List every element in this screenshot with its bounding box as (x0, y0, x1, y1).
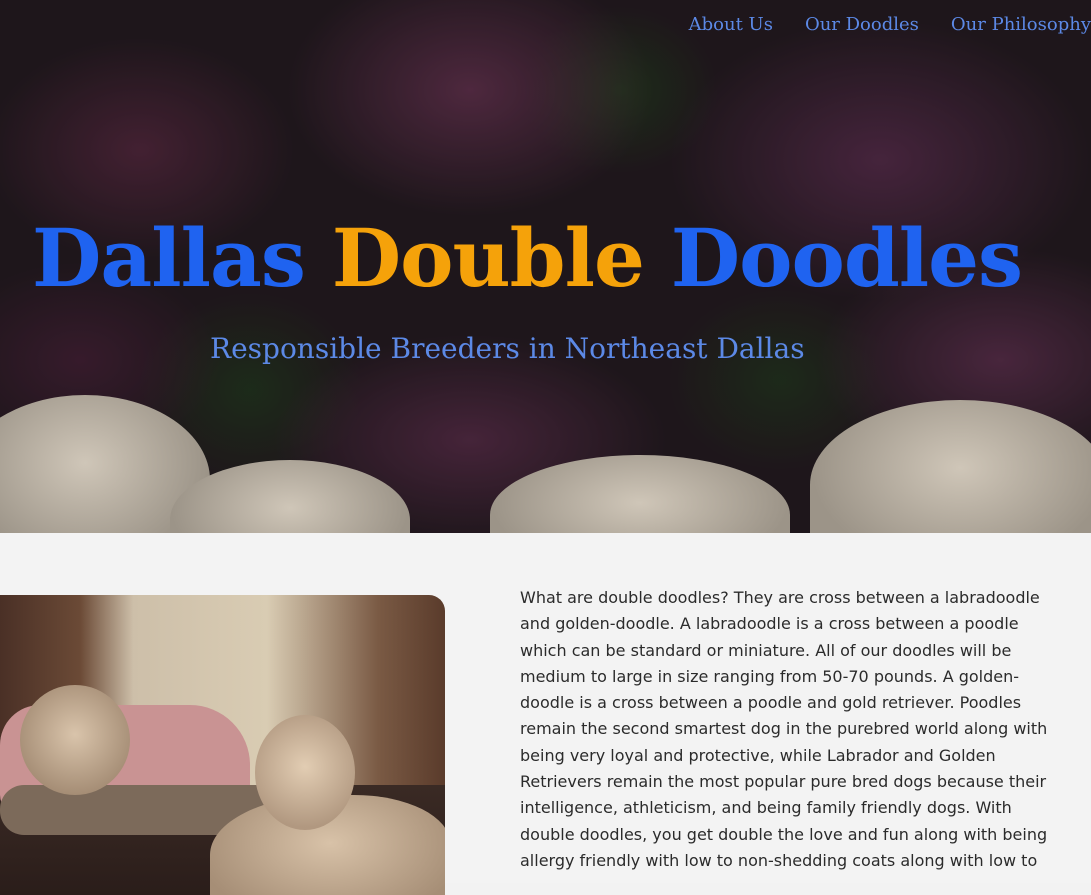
intro-paragraph: What are double doodles? They are cross … (520, 588, 1048, 870)
site-subtitle: Responsible Breeders in Northeast Dallas (210, 332, 805, 365)
site-title-word-dallas: Dallas (32, 211, 306, 305)
site-title-word-double: Double (331, 211, 645, 305)
intro-section: What are double doodles? They are cross … (0, 533, 1091, 895)
doodles-photo (0, 595, 445, 895)
nav-link-our-doodles[interactable]: Our Doodles (805, 14, 919, 35)
top-nav: About Us Our Doodles Our Philosophy (689, 14, 1091, 35)
nav-link-about-us[interactable]: About Us (689, 14, 773, 35)
doodle-dog-right (255, 715, 355, 830)
nav-link-our-philosophy[interactable]: Our Philosophy (951, 14, 1091, 35)
doodle-dog-left (20, 685, 130, 795)
site-title: Dallas Double Doodles (32, 211, 1023, 305)
hero-banner: About Us Our Doodles Our Philosophy Dall… (0, 0, 1091, 533)
site-title-word-doodles: Doodles (670, 211, 1023, 305)
